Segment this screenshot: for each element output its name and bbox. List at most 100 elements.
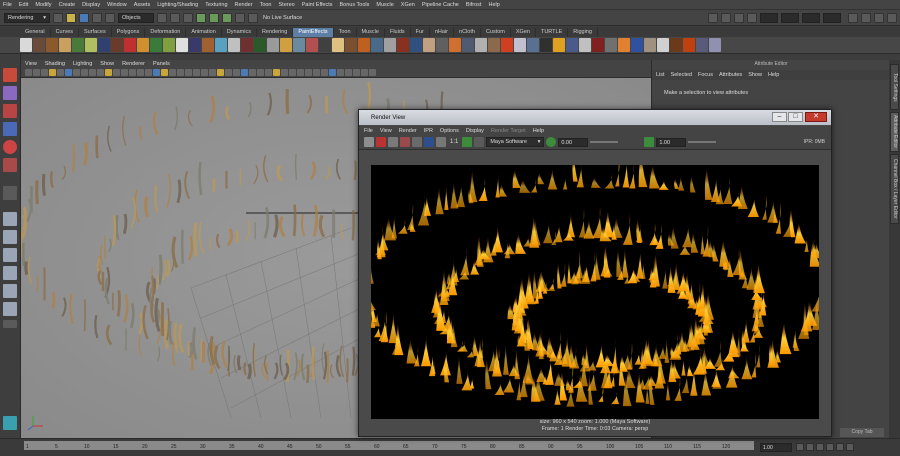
- toggle-attribute-editor-icon[interactable]: [861, 12, 871, 23]
- select-hierarchy-icon[interactable]: [157, 12, 167, 23]
- shelf-brush-icon-48[interactable]: [631, 38, 643, 52]
- toggle-modeling-toolkit-icon[interactable]: [848, 12, 858, 23]
- shelf-brush-icon-54[interactable]: [709, 38, 721, 52]
- viewport-menu-view[interactable]: View: [25, 61, 37, 67]
- copy-tab-button[interactable]: Copy Tab: [840, 428, 884, 437]
- layout-two-icon[interactable]: [3, 248, 17, 262]
- shelf-brush-icon-41[interactable]: [540, 38, 552, 52]
- shelf-brush-icon-14[interactable]: [189, 38, 201, 52]
- viewport-menu-renderer[interactable]: Renderer: [122, 61, 145, 67]
- viewport-tool-icon-29[interactable]: [249, 69, 256, 76]
- shelf-tab-animation[interactable]: Animation: [186, 28, 222, 37]
- viewport-tool-icon-41[interactable]: [345, 69, 352, 76]
- shelf-tab-ncloth[interactable]: nCloth: [454, 28, 481, 37]
- viewport-tool-icon-44[interactable]: [369, 69, 376, 76]
- render-menu-view[interactable]: View: [380, 128, 392, 134]
- step-forward-icon[interactable]: [836, 443, 844, 451]
- viewport-tool-icon-26[interactable]: [225, 69, 232, 76]
- step-back-icon[interactable]: [806, 443, 814, 451]
- shelf-tab-deformation[interactable]: Deformation: [145, 28, 187, 37]
- save-scene-icon[interactable]: [79, 12, 89, 23]
- attribute-menu-focus[interactable]: Focus: [698, 72, 713, 78]
- shelf-brush-icon-1[interactable]: [20, 38, 32, 52]
- shelf-brush-icon-18[interactable]: [241, 38, 253, 52]
- menu-assets[interactable]: Assets: [134, 2, 151, 8]
- shelf-brush-icon-35[interactable]: [462, 38, 474, 52]
- viewport-tool-icon-12[interactable]: [113, 69, 120, 76]
- viewport-tool-icon-42[interactable]: [353, 69, 360, 76]
- redo-render-icon[interactable]: [364, 137, 374, 147]
- shelf-tab-custom[interactable]: Custom: [481, 28, 511, 37]
- go-to-start-icon[interactable]: [796, 443, 804, 451]
- redo-icon[interactable]: [105, 12, 115, 23]
- shelf-brush-icon-23[interactable]: [306, 38, 318, 52]
- render-menu-ipr[interactable]: IPR: [424, 128, 433, 134]
- viewport-menu-shading[interactable]: Shading: [45, 61, 65, 67]
- viewport-tool-icon-8[interactable]: [81, 69, 88, 76]
- shelf-brush-icon-47[interactable]: [618, 38, 630, 52]
- shelf-tab-fur[interactable]: Fur: [411, 28, 430, 37]
- viewport-menu-show[interactable]: Show: [100, 61, 114, 67]
- toggle-tool-settings-icon[interactable]: [874, 12, 884, 23]
- attribute-menu-selected[interactable]: Selected: [671, 72, 692, 78]
- viewport-menu-lighting[interactable]: Lighting: [73, 61, 92, 67]
- shelf-tab-rigging[interactable]: Rigging: [568, 28, 598, 37]
- viewport-tool-icon-21[interactable]: [185, 69, 192, 76]
- viewport-tool-icon-4[interactable]: [49, 69, 56, 76]
- shelf-brush-icon-5[interactable]: [72, 38, 84, 52]
- shelf-brush-icon-6[interactable]: [85, 38, 97, 52]
- viewport-tool-icon-31[interactable]: [265, 69, 272, 76]
- menu-file[interactable]: File: [3, 2, 12, 8]
- viewport-tool-icon-28[interactable]: [241, 69, 248, 76]
- viewport-tool-icon-25[interactable]: [217, 69, 224, 76]
- attribute-menu-attributes[interactable]: Attributes: [719, 72, 742, 78]
- side-tab-attribute-editor[interactable]: Attribute Editor: [890, 112, 899, 152]
- menu-xgen[interactable]: XGen: [401, 2, 415, 8]
- y-field[interactable]: [802, 12, 820, 23]
- render-menu-render-target[interactable]: Render Target: [491, 128, 526, 134]
- attribute-menu-list[interactable]: List: [656, 72, 665, 78]
- color-channels-icon[interactable]: [424, 137, 434, 147]
- menu-bifrost[interactable]: Bifrost: [466, 2, 482, 8]
- shelf-brush-icon-44[interactable]: [579, 38, 591, 52]
- shelf-brush-icon-22[interactable]: [293, 38, 305, 52]
- shelf-tab-curves[interactable]: Curves: [51, 28, 79, 37]
- shelf-brush-icon-15[interactable]: [202, 38, 214, 52]
- viewport-tool-icon-17[interactable]: [153, 69, 160, 76]
- shelf-brush-icon-8[interactable]: [111, 38, 123, 52]
- z-field[interactable]: [823, 12, 841, 23]
- make-live-icon[interactable]: [248, 12, 258, 23]
- render-menu-help[interactable]: Help: [533, 128, 544, 134]
- shelf-tab-nhair[interactable]: nHair: [430, 28, 455, 37]
- shelf-brush-icon-32[interactable]: [423, 38, 435, 52]
- shelf-tab-dynamics[interactable]: Dynamics: [222, 28, 257, 37]
- viewport-menu-panels[interactable]: Panels: [153, 61, 170, 67]
- render-settings-icon[interactable]: [734, 12, 744, 23]
- shelf-brush-icon-13[interactable]: [176, 38, 188, 52]
- renderer-dropdown[interactable]: Maya Software ▾: [486, 137, 545, 147]
- real-size-label[interactable]: 1:1: [450, 139, 458, 145]
- shelf-tab-painteffects[interactable]: PaintEffects: [293, 28, 334, 37]
- layout-persp-graph-icon[interactable]: [3, 284, 17, 298]
- paint-select-tool-icon[interactable]: [3, 104, 17, 118]
- snap-point-icon[interactable]: [222, 12, 232, 23]
- shelf-tab-fluids[interactable]: Fluids: [385, 28, 411, 37]
- exposure-icon[interactable]: [546, 137, 557, 147]
- ipr-icon[interactable]: [400, 137, 410, 147]
- shelf-tab-polygons[interactable]: Polygons: [112, 28, 146, 37]
- shelf-brush-icon-37[interactable]: [488, 38, 500, 52]
- shelf-brush-icon-52[interactable]: [683, 38, 695, 52]
- shelf-brush-icon-42[interactable]: [553, 38, 565, 52]
- shelf-brush-icon-21[interactable]: [280, 38, 292, 52]
- viewport-tool-icon-16[interactable]: [145, 69, 152, 76]
- shelf-tab-general[interactable]: General: [20, 28, 51, 37]
- go-to-end-icon[interactable]: [846, 443, 854, 451]
- gamma-field[interactable]: 1.00: [656, 137, 687, 147]
- shelf-brush-icon-25[interactable]: [332, 38, 344, 52]
- shelf-brush-icon-27[interactable]: [358, 38, 370, 52]
- viewport-tool-icon-9[interactable]: [89, 69, 96, 76]
- x-field[interactable]: [781, 12, 799, 23]
- scale-tool-icon[interactable]: [3, 158, 17, 172]
- shelf-brush-icon-3[interactable]: [46, 38, 58, 52]
- menu-help[interactable]: Help: [488, 2, 499, 8]
